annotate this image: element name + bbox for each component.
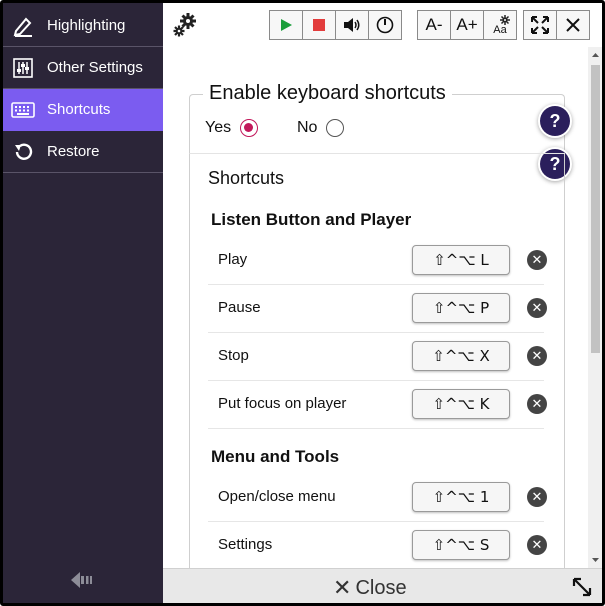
gauge-icon — [376, 16, 394, 34]
clear-shortcut-icon[interactable]: ✕ — [527, 346, 547, 366]
small-gear-icon — [500, 15, 510, 25]
scroll-thumb[interactable] — [591, 65, 600, 353]
settings-window: Highlighting Other Settings Shortcuts Re… — [0, 0, 605, 606]
speaker-icon — [344, 18, 360, 32]
clear-shortcut-icon[interactable]: ✕ — [527, 298, 547, 318]
font-increase-button[interactable]: A+ — [450, 10, 484, 40]
toolbar: A- A+ Aa — [163, 3, 602, 47]
radio-yes-circle[interactable] — [240, 119, 259, 137]
clear-shortcut-icon[interactable]: ✕ — [527, 250, 547, 270]
fullscreen-button[interactable] — [523, 10, 557, 40]
window-controls — [523, 10, 590, 40]
sidebar-item-highlighting[interactable]: Highlighting — [3, 5, 163, 47]
restore-icon — [11, 140, 35, 164]
shortcut-row-pause: Pause ⇧^⌥ P ✕ — [208, 285, 547, 333]
sidebar-item-label: Shortcuts — [47, 101, 111, 118]
keyboard-icon — [11, 98, 35, 122]
vertical-scrollbar[interactable] — [588, 47, 602, 568]
font-decrease-button[interactable]: A- — [417, 10, 451, 40]
stop-icon — [313, 19, 325, 31]
close-icon — [566, 18, 580, 32]
sidebar-item-label: Restore — [47, 143, 100, 160]
clear-shortcut-icon[interactable]: ✕ — [527, 535, 547, 555]
shortcut-key-field[interactable]: ⇧^⌥ K — [412, 389, 510, 419]
close-window-button[interactable] — [556, 10, 590, 40]
radio-no-circle[interactable] — [326, 119, 345, 137]
settings-content: Enable keyboard shortcuts Yes No ? ? Sho… — [163, 47, 588, 568]
sliders-icon — [11, 56, 35, 80]
keyboard-legend: Enable keyboard shortcuts — [203, 82, 452, 105]
sidebar-item-restore[interactable]: Restore — [3, 131, 163, 173]
volume-button[interactable] — [335, 10, 369, 40]
shortcut-key-field[interactable]: ⇧^⌥ L — [412, 245, 510, 275]
highlighter-icon — [11, 14, 35, 38]
radio-yes[interactable]: Yes — [205, 119, 259, 137]
clear-shortcut-icon[interactable]: ✕ — [527, 394, 547, 414]
shortcut-key-field[interactable]: ⇧^⌥ P — [412, 293, 510, 323]
shortcut-row-settings: Settings ⇧^⌥ S ✕ — [208, 522, 547, 568]
section-title-menu: Menu and Tools — [211, 447, 340, 466]
clear-shortcut-icon[interactable]: ✕ — [527, 487, 547, 507]
section-title-player: Listen Button and Player — [211, 210, 412, 229]
speed-button[interactable] — [368, 10, 402, 40]
close-button[interactable]: ✕ Close — [333, 575, 407, 601]
shortcut-key-field[interactable]: ⇧^⌥ S — [412, 530, 510, 560]
resize-handle-icon[interactable] — [570, 575, 594, 599]
help-button[interactable]: ? — [540, 106, 570, 136]
shortcut-row-menu: Open/close menu ⇧^⌥ 1 ✕ — [208, 474, 547, 522]
stop-button[interactable] — [302, 10, 336, 40]
play-icon — [281, 19, 292, 31]
scroll-down-icon[interactable] — [588, 552, 602, 568]
shortcuts-title: Shortcuts — [208, 168, 285, 188]
radio-no[interactable]: No — [297, 119, 345, 137]
shortcut-row-focus-player: Put focus on player ⇧^⌥ K ✕ — [208, 381, 547, 429]
gear-icon[interactable] — [171, 11, 199, 39]
shortcut-key-field[interactable]: ⇧^⌥ 1 — [412, 482, 510, 512]
sidebar: Highlighting Other Settings Shortcuts Re… — [3, 3, 163, 603]
collapse-sidebar-icon[interactable] — [69, 569, 95, 591]
shortcut-row-play: Play ⇧^⌥ L ✕ — [208, 237, 547, 285]
shortcut-key-field[interactable]: ⇧^⌥ X — [412, 341, 510, 371]
playback-controls — [269, 10, 402, 40]
scroll-up-icon[interactable] — [588, 47, 602, 63]
sidebar-item-shortcuts[interactable]: Shortcuts — [3, 89, 163, 131]
text-size-controls: A- A+ Aa — [417, 10, 517, 40]
play-button[interactable] — [269, 10, 303, 40]
sidebar-item-label: Other Settings — [47, 59, 143, 76]
sidebar-item-other-settings[interactable]: Other Settings — [3, 47, 163, 89]
sidebar-item-label: Highlighting — [47, 17, 126, 34]
footer-bar: ✕ Close — [163, 568, 602, 603]
close-icon: ✕ — [333, 575, 352, 600]
text-settings-button[interactable]: Aa — [483, 10, 517, 40]
shortcut-row-stop: Stop ⇧^⌥ X ✕ — [208, 333, 547, 381]
expand-icon — [531, 16, 549, 34]
